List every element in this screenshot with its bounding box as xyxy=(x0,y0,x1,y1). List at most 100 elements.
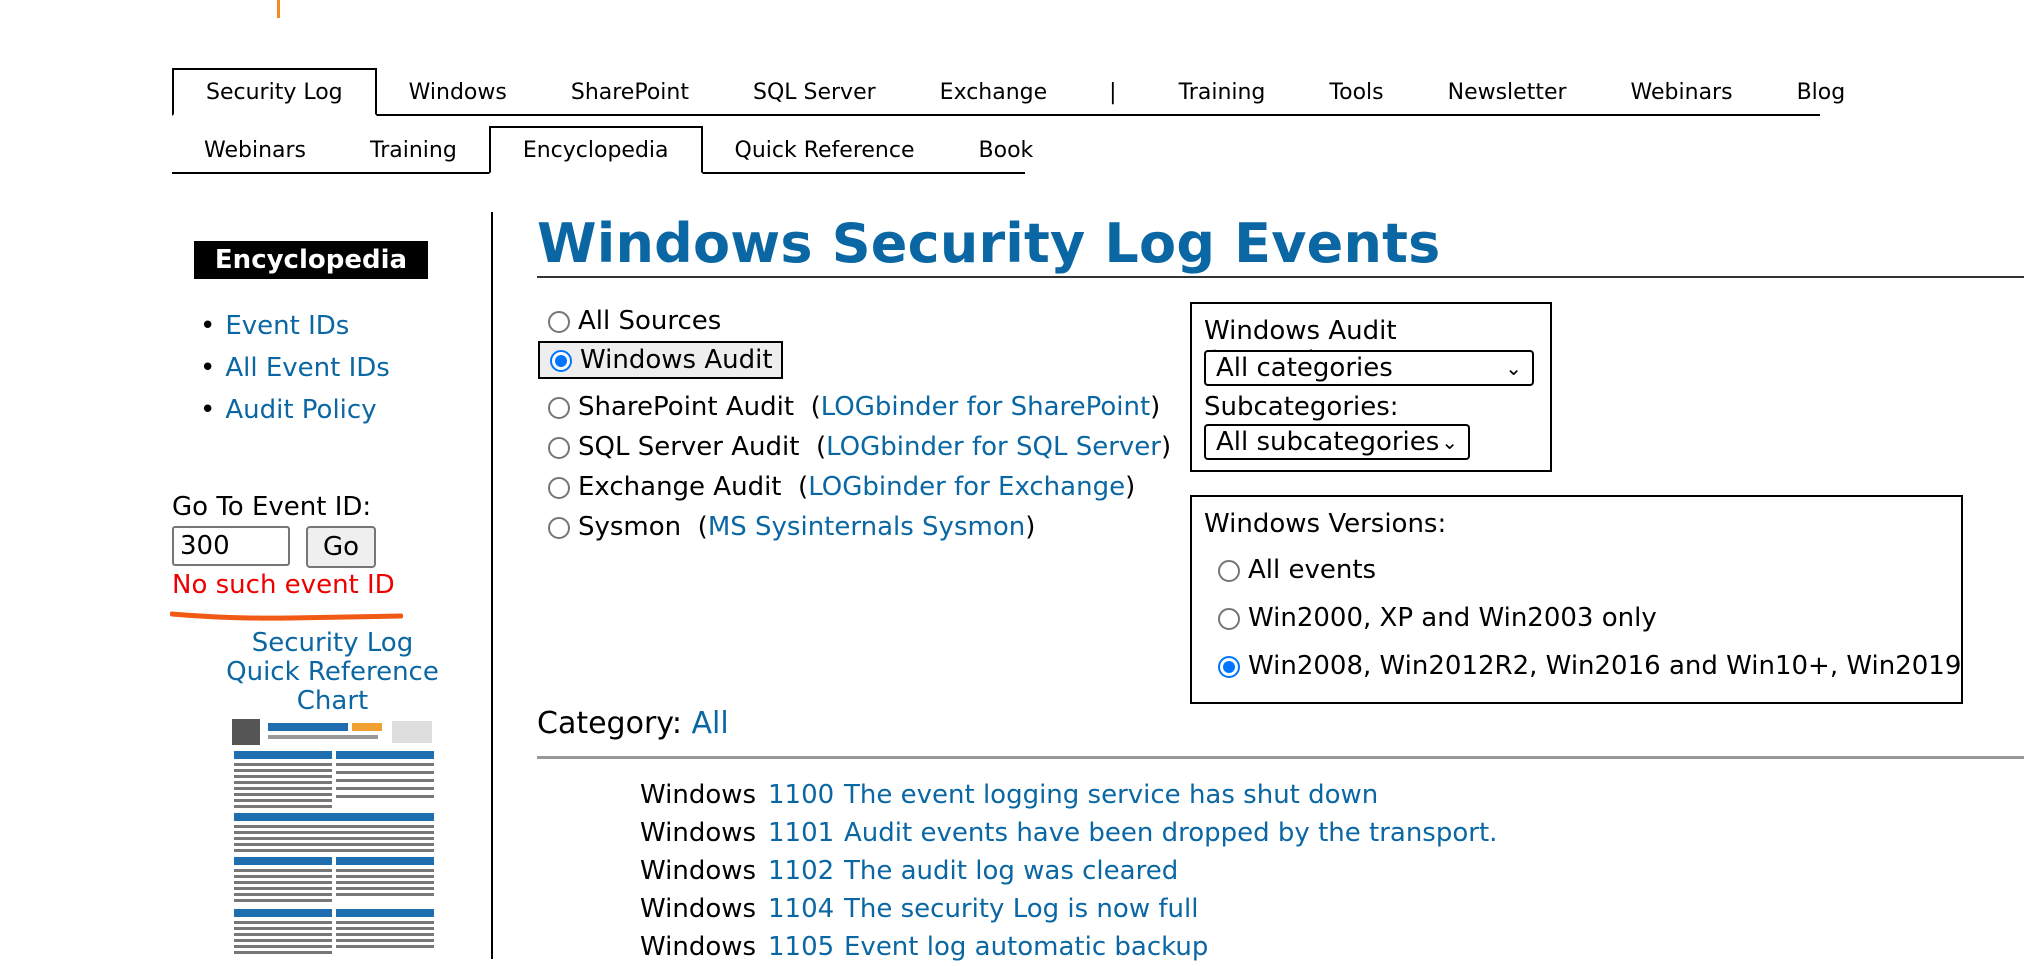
title-rule xyxy=(537,276,2024,278)
source-label: Exchange Audit xyxy=(578,472,782,502)
event-source: Windows xyxy=(640,856,757,886)
category-rule xyxy=(537,756,2024,759)
version-option-all-events[interactable]: All events xyxy=(1218,555,1376,585)
subtab-book[interactable]: Book xyxy=(947,136,1066,172)
radio-sysmon[interactable] xyxy=(548,516,570,539)
quickref-line-1: Security Log xyxy=(251,628,414,658)
sidebar-link-all-event-ids[interactable]: All Event IDs xyxy=(225,353,389,383)
nav-separator: | xyxy=(1109,80,1117,105)
link-logbinder-exchange[interactable]: LOGbinder for Exchange xyxy=(808,472,1125,502)
source-option-sysmon[interactable]: Sysmon (MS Sysinternals Sysmon) xyxy=(548,512,1035,542)
source-option-sharepoint-audit[interactable]: SharePoint Audit (LOGbinder for SharePoi… xyxy=(548,392,1160,422)
versions-label: Windows Versions: xyxy=(1204,509,1447,539)
version-option-win2000[interactable]: Win2000, XP and Win2003 only xyxy=(1218,603,1657,633)
link-logbinder-sharepoint[interactable]: LOGbinder for SharePoint xyxy=(821,392,1150,422)
annotation-underline xyxy=(170,611,403,621)
quick-reference-chart-link[interactable]: Security Log Quick Reference Chart xyxy=(210,629,455,716)
categories-panel: Windows Audit Categories: All categories… xyxy=(1190,302,1552,472)
categories-selected-value: All categories xyxy=(1216,353,1393,383)
quick-reference-thumbnail[interactable] xyxy=(232,719,435,959)
radio-win2000[interactable] xyxy=(1218,607,1240,630)
link-ms-sysinternals-sysmon[interactable]: MS Sysinternals Sysmon xyxy=(708,512,1025,542)
subcategories-selected-value: All subcategories xyxy=(1216,427,1440,457)
subtab-webinars[interactable]: Webinars xyxy=(172,136,338,172)
categories-select[interactable]: All categories ⌄ xyxy=(1204,350,1534,386)
event-description-link[interactable]: The event logging service has shut down xyxy=(844,780,1378,810)
event-row: Windows 1104 The security Log is now full xyxy=(640,890,1497,928)
subtab-training[interactable]: Training xyxy=(338,136,489,172)
tab-training[interactable]: Training xyxy=(1147,78,1298,114)
version-label: Win2008, Win2012R2, Win2016 and Win10+, … xyxy=(1248,651,1962,681)
logo-fragment xyxy=(277,0,280,18)
event-description-link[interactable]: Audit events have been dropped by the tr… xyxy=(844,818,1497,848)
encyclopedia-badge: Encyclopedia xyxy=(194,241,428,279)
source-option-exchange-audit[interactable]: Exchange Audit (LOGbinder for Exchange) xyxy=(548,472,1135,502)
event-row: Windows 1100 The event logging service has… xyxy=(640,776,1497,814)
source-label: SQL Server Audit xyxy=(578,432,800,462)
version-option-win2008[interactable]: Win2008, Win2012R2, Win2016 and Win10+, … xyxy=(1218,651,1961,681)
source-option-all-sources[interactable]: All Sources xyxy=(548,306,721,336)
radio-exchange-audit[interactable] xyxy=(548,476,570,499)
event-id-link[interactable]: 1101 xyxy=(768,814,844,852)
sidebar-links: Event IDs All Event IDs Audit Policy xyxy=(200,305,389,431)
quickref-line-2: Quick Reference xyxy=(226,657,439,687)
tab-exchange[interactable]: Exchange xyxy=(908,78,1080,114)
tab-security-log[interactable]: Security Log xyxy=(172,68,377,116)
event-description-link[interactable]: The security Log is now full xyxy=(844,894,1198,924)
tab-sharepoint[interactable]: SharePoint xyxy=(539,78,721,114)
secondary-nav: Webinars Training Encyclopedia Quick Ref… xyxy=(172,126,1033,174)
category-line: Category: All xyxy=(537,706,729,741)
source-option-windows-audit[interactable]: Windows Audit xyxy=(538,341,783,379)
event-description-link[interactable]: The audit log was cleared xyxy=(844,856,1178,886)
source-label: All Sources xyxy=(578,306,722,336)
tab-webinars[interactable]: Webinars xyxy=(1599,78,1765,114)
sidebar-divider xyxy=(491,212,493,959)
primary-nav: Security Log Windows SharePoint SQL Serv… xyxy=(172,68,1845,116)
radio-all-events[interactable] xyxy=(1218,559,1240,582)
version-label: All events xyxy=(1248,555,1377,585)
source-option-sql-server-audit[interactable]: SQL Server Audit (LOGbinder for SQL Serv… xyxy=(548,432,1171,462)
windows-versions-panel: Windows Versions: All events Win2000, XP… xyxy=(1190,495,1963,704)
event-list: Windows 1100 The event logging service has… xyxy=(640,776,1497,966)
tab-newsletter[interactable]: Newsletter xyxy=(1416,78,1599,114)
event-id-link[interactable]: 1102 xyxy=(768,852,844,890)
tab-windows[interactable]: Windows xyxy=(377,78,539,114)
event-id-input[interactable] xyxy=(172,526,290,566)
chevron-down-icon: ⌄ xyxy=(1441,430,1458,454)
source-label: Sysmon xyxy=(578,512,682,542)
event-description-link[interactable]: Event log automatic backup xyxy=(844,932,1208,962)
event-source: Windows xyxy=(640,780,757,810)
radio-sharepoint-audit[interactable] xyxy=(548,396,570,419)
event-source: Windows xyxy=(640,894,757,924)
tab-tools[interactable]: Tools xyxy=(1297,78,1415,114)
source-label: SharePoint Audit xyxy=(578,392,795,422)
event-id-link[interactable]: 1100 xyxy=(768,776,844,814)
category-prefix: Category: xyxy=(537,706,682,741)
category-all-link[interactable]: All xyxy=(692,706,729,741)
subtab-encyclopedia[interactable]: Encyclopedia xyxy=(488,126,703,174)
link-logbinder-sql-server[interactable]: LOGbinder for SQL Server xyxy=(826,432,1161,462)
event-row: Windows 1105 Event log automatic backup xyxy=(640,928,1497,966)
error-message: No such event ID xyxy=(172,570,395,600)
radio-all-sources[interactable] xyxy=(548,310,570,333)
sidebar-link-audit-policy[interactable]: Audit Policy xyxy=(225,395,376,425)
tab-sql-server[interactable]: SQL Server xyxy=(721,78,908,114)
event-id-link[interactable]: 1104 xyxy=(768,890,844,928)
go-button[interactable]: Go xyxy=(306,526,376,568)
quickref-line-3: Chart xyxy=(296,686,369,716)
event-source: Windows xyxy=(640,932,757,962)
radio-sql-server-audit[interactable] xyxy=(548,436,570,459)
radio-windows-audit[interactable] xyxy=(550,349,572,372)
sidebar-link-event-ids[interactable]: Event IDs xyxy=(225,311,349,341)
subcategories-label: Subcategories: xyxy=(1204,392,1399,422)
goto-event-label: Go To Event ID: xyxy=(172,492,372,522)
tab-blog[interactable]: Blog xyxy=(1765,78,1878,114)
event-id-link[interactable]: 1105 xyxy=(768,928,844,966)
source-label: Windows Audit xyxy=(580,345,773,375)
subcategories-select[interactable]: All subcategories ⌄ xyxy=(1204,424,1470,460)
subtab-quick-reference[interactable]: Quick Reference xyxy=(703,136,947,172)
version-label: Win2000, XP and Win2003 only xyxy=(1248,603,1657,633)
event-source: Windows xyxy=(640,818,757,848)
event-row: Windows 1102 The audit log was cleared xyxy=(640,852,1497,890)
radio-win2008[interactable] xyxy=(1218,655,1240,678)
